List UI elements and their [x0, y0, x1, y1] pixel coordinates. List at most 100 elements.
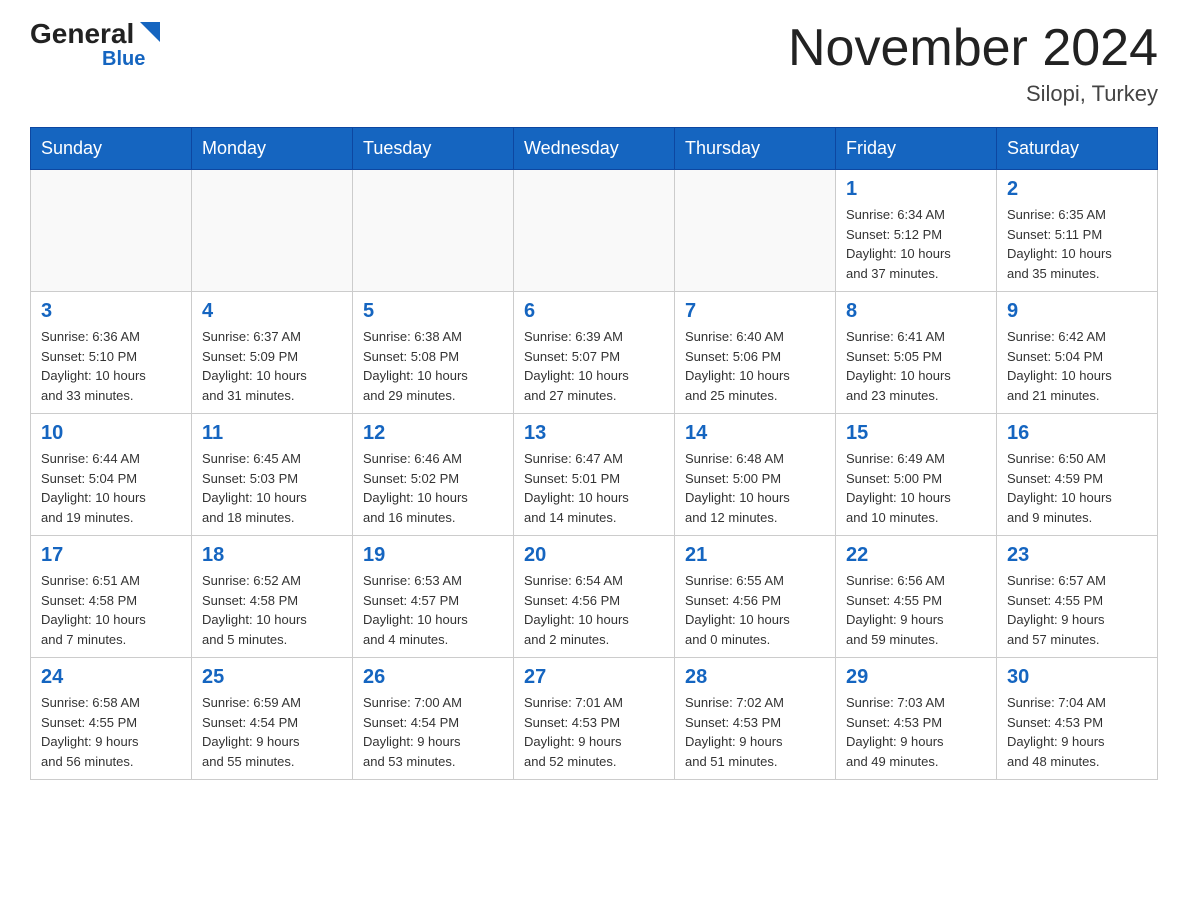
calendar-cell: 16 Sunrise: 6:50 AMSunset: 4:59 PMDayligh… — [997, 414, 1158, 536]
day-info: Sunrise: 6:59 AMSunset: 4:54 PMDaylight:… — [202, 693, 342, 771]
week-row-2: 3Sunrise: 6:36 AMSunset: 5:10 PMDaylight… — [31, 292, 1158, 414]
day-number: 7 — [685, 300, 825, 323]
location: Silopi, Turkey — [788, 81, 1158, 107]
calendar-cell: 21Sunrise: 6:55 AMSunset: 4:56 PMDayligh… — [675, 536, 836, 658]
day-number: 6 — [524, 300, 664, 323]
day-info: Sunrise: 6:42 AMSunset: 5:04 PMDaylight:… — [1007, 327, 1147, 405]
weekday-header-sunday: Sunday — [31, 128, 192, 170]
day-info: Sunrise: 6:49 AMSunset: 5:00 PMDaylight:… — [846, 449, 986, 527]
day-info: Sunrise: 6:39 AMSunset: 5:07 PMDaylight:… — [524, 327, 664, 405]
day-info: Sunrise: 6:54 AMSunset: 4:56 PMDaylight:… — [524, 571, 664, 649]
day-number: 18 — [202, 544, 342, 567]
calendar-cell: 15 Sunrise: 6:49 AMSunset: 5:00 PMDayligh… — [836, 414, 997, 536]
month-title: November 2024 — [788, 20, 1158, 77]
calendar-cell: 3Sunrise: 6:36 AMSunset: 5:10 PMDaylight… — [31, 292, 192, 414]
calendar-cell: 18 Sunrise: 6:52 AMSunset: 4:58 PMDayligh… — [192, 536, 353, 658]
day-info: Sunrise: 6:35 AMSunset: 5:11 PMDaylight:… — [1007, 205, 1147, 283]
calendar-cell — [514, 170, 675, 292]
day-number: 11 — [202, 422, 342, 445]
day-number: 27 — [524, 666, 664, 689]
calendar-cell: 20 Sunrise: 6:54 AMSunset: 4:56 PMDayligh… — [514, 536, 675, 658]
day-number: 25 — [202, 666, 342, 689]
calendar-cell: 13 Sunrise: 6:47 AMSunset: 5:01 PMDayligh… — [514, 414, 675, 536]
day-number: 24 — [41, 666, 181, 689]
calendar-cell: 30Sunrise: 7:04 AMSunset: 4:53 PMDayligh… — [997, 658, 1158, 780]
day-number: 30 — [1007, 666, 1147, 689]
title-area: November 2024 Silopi, Turkey — [788, 20, 1158, 107]
day-number: 9 — [1007, 300, 1147, 323]
day-number: 22 — [846, 544, 986, 567]
calendar-cell — [675, 170, 836, 292]
day-info: Sunrise: 7:00 AMSunset: 4:54 PMDaylight:… — [363, 693, 503, 771]
day-info: Sunrise: 6:36 AMSunset: 5:10 PMDaylight:… — [41, 327, 181, 405]
calendar-cell: 25 Sunrise: 6:59 AMSunset: 4:54 PMDayligh… — [192, 658, 353, 780]
calendar-cell: 19 Sunrise: 6:53 AMSunset: 4:57 PMDayligh… — [353, 536, 514, 658]
day-number: 4 — [202, 300, 342, 323]
day-number: 15 — [846, 422, 986, 445]
day-info: Sunrise: 6:45 AMSunset: 5:03 PMDaylight:… — [202, 449, 342, 527]
calendar-cell: 11 Sunrise: 6:45 AMSunset: 5:03 PMDayligh… — [192, 414, 353, 536]
logo: General Blue — [30, 20, 164, 71]
calendar-cell — [192, 170, 353, 292]
weekday-header-wednesday: Wednesday — [514, 128, 675, 170]
day-number: 10 — [41, 422, 181, 445]
page-header: General Blue November 2024 Silopi, Turke… — [30, 20, 1158, 107]
day-info: Sunrise: 6:38 AMSunset: 5:08 PMDaylight:… — [363, 327, 503, 405]
weekday-header-row: SundayMondayTuesdayWednesdayThursdayFrid… — [31, 128, 1158, 170]
calendar-cell: 1Sunrise: 6:34 AMSunset: 5:12 PMDaylight… — [836, 170, 997, 292]
calendar-cell: 26 Sunrise: 7:00 AMSunset: 4:54 PMDayligh… — [353, 658, 514, 780]
logo-blue-text: Blue — [102, 48, 145, 71]
calendar-cell — [31, 170, 192, 292]
day-number: 5 — [363, 300, 503, 323]
weekday-header-friday: Friday — [836, 128, 997, 170]
day-number: 20 — [524, 544, 664, 567]
day-info: Sunrise: 6:56 AMSunset: 4:55 PMDaylight:… — [846, 571, 986, 649]
week-row-4: 17 Sunrise: 6:51 AMSunset: 4:58 PMDayligh… — [31, 536, 1158, 658]
week-row-5: 24 Sunrise: 6:58 AMSunset: 4:55 PMDayligh… — [31, 658, 1158, 780]
day-number: 17 — [41, 544, 181, 567]
day-number: 12 — [363, 422, 503, 445]
calendar-cell: 4 Sunrise: 6:37 AMSunset: 5:09 PMDaylight… — [192, 292, 353, 414]
calendar-cell: 8Sunrise: 6:41 AMSunset: 5:05 PMDaylight… — [836, 292, 997, 414]
weekday-header-thursday: Thursday — [675, 128, 836, 170]
calendar-cell: 29Sunrise: 7:03 AMSunset: 4:53 PMDayligh… — [836, 658, 997, 780]
day-info: Sunrise: 6:47 AMSunset: 5:01 PMDaylight:… — [524, 449, 664, 527]
day-info: Sunrise: 6:44 AMSunset: 5:04 PMDaylight:… — [41, 449, 181, 527]
day-info: Sunrise: 6:50 AMSunset: 4:59 PMDaylight:… — [1007, 449, 1147, 527]
day-info: Sunrise: 6:48 AMSunset: 5:00 PMDaylight:… — [685, 449, 825, 527]
calendar-cell: 7Sunrise: 6:40 AMSunset: 5:06 PMDaylight… — [675, 292, 836, 414]
logo-triangle-icon — [136, 18, 164, 46]
day-info: Sunrise: 6:58 AMSunset: 4:55 PMDaylight:… — [41, 693, 181, 771]
day-number: 26 — [363, 666, 503, 689]
weekday-header-saturday: Saturday — [997, 128, 1158, 170]
calendar-cell: 2Sunrise: 6:35 AMSunset: 5:11 PMDaylight… — [997, 170, 1158, 292]
week-row-3: 10 Sunrise: 6:44 AMSunset: 5:04 PMDayligh… — [31, 414, 1158, 536]
week-row-1: 1Sunrise: 6:34 AMSunset: 5:12 PMDaylight… — [31, 170, 1158, 292]
day-info: Sunrise: 6:53 AMSunset: 4:57 PMDaylight:… — [363, 571, 503, 649]
calendar-cell: 6 Sunrise: 6:39 AMSunset: 5:07 PMDaylight… — [514, 292, 675, 414]
day-number: 1 — [846, 178, 986, 201]
calendar-cell: 9 Sunrise: 6:42 AMSunset: 5:04 PMDaylight… — [997, 292, 1158, 414]
day-info: Sunrise: 6:52 AMSunset: 4:58 PMDaylight:… — [202, 571, 342, 649]
day-number: 23 — [1007, 544, 1147, 567]
day-number: 13 — [524, 422, 664, 445]
day-info: Sunrise: 6:51 AMSunset: 4:58 PMDaylight:… — [41, 571, 181, 649]
weekday-header-tuesday: Tuesday — [353, 128, 514, 170]
logo-general: General — [30, 20, 134, 48]
day-number: 14 — [685, 422, 825, 445]
calendar-cell: 23 Sunrise: 6:57 AMSunset: 4:55 PMDayligh… — [997, 536, 1158, 658]
day-info: Sunrise: 7:02 AMSunset: 4:53 PMDaylight:… — [685, 693, 825, 771]
day-info: Sunrise: 6:55 AMSunset: 4:56 PMDaylight:… — [685, 571, 825, 649]
day-number: 28 — [685, 666, 825, 689]
calendar-cell — [353, 170, 514, 292]
calendar-cell: 5 Sunrise: 6:38 AMSunset: 5:08 PMDaylight… — [353, 292, 514, 414]
calendar-table: SundayMondayTuesdayWednesdayThursdayFrid… — [30, 127, 1158, 780]
calendar-cell: 27Sunrise: 7:01 AMSunset: 4:53 PMDayligh… — [514, 658, 675, 780]
day-number: 19 — [363, 544, 503, 567]
day-number: 8 — [846, 300, 986, 323]
day-info: Sunrise: 7:03 AMSunset: 4:53 PMDaylight:… — [846, 693, 986, 771]
day-number: 16 — [1007, 422, 1147, 445]
calendar-cell: 22 Sunrise: 6:56 AMSunset: 4:55 PMDayligh… — [836, 536, 997, 658]
day-info: Sunrise: 6:37 AMSunset: 5:09 PMDaylight:… — [202, 327, 342, 405]
day-info: Sunrise: 6:57 AMSunset: 4:55 PMDaylight:… — [1007, 571, 1147, 649]
